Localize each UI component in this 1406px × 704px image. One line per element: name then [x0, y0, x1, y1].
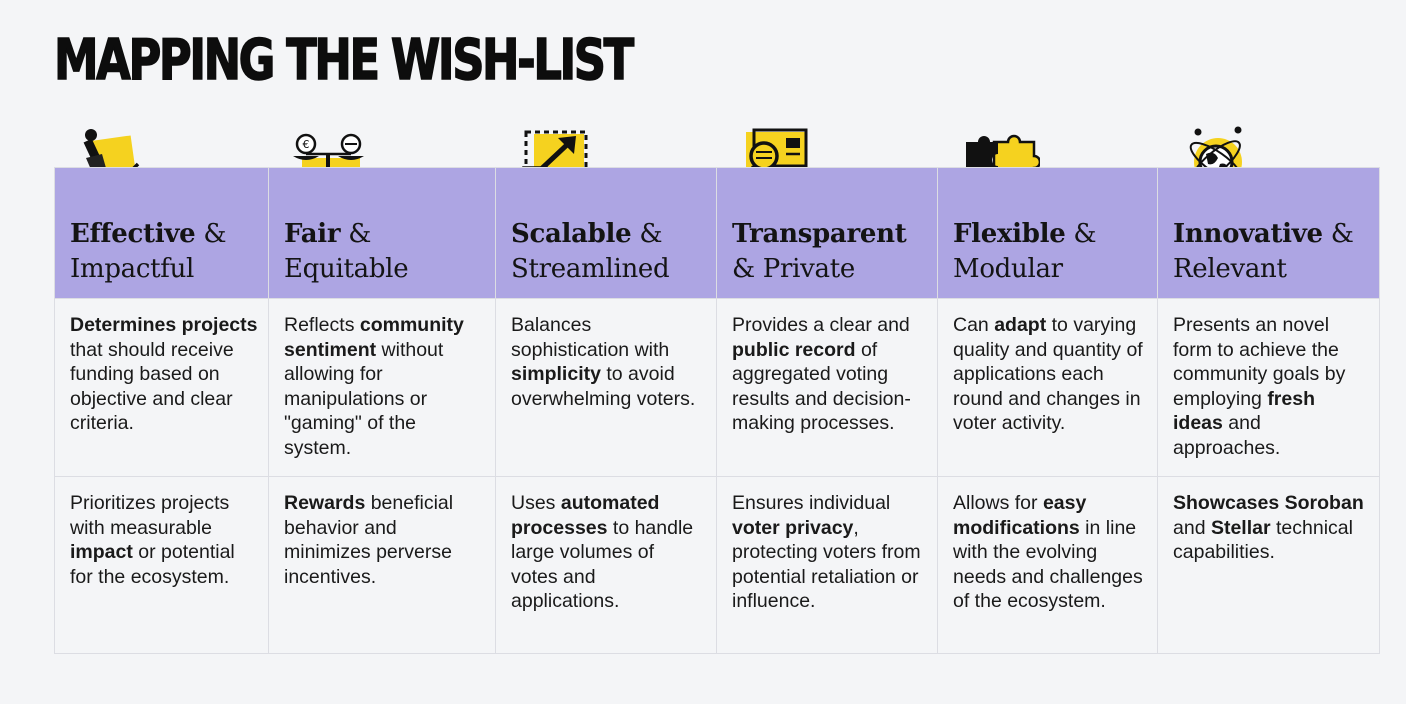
description-cell: Showcases Soroban and Stellar technical … [1158, 477, 1380, 654]
column-heading-bold: Fair [284, 219, 341, 249]
body-text: Provides a clear and [732, 314, 910, 336]
description-cell: Prioritizes projects with measurable imp… [55, 477, 269, 654]
wish-list-table: Effective & Impactful Fair & Equitable Sca… [54, 167, 1380, 654]
description-cell: Can adapt to varying quality and quantit… [938, 299, 1158, 477]
body-text: Reflects [284, 314, 360, 336]
emphasis-text: adapt [994, 314, 1047, 336]
column-header: Transparent & Private [717, 168, 938, 299]
column-heading-rest: & Private [732, 254, 855, 284]
column-heading-bold: Transparent [732, 219, 907, 249]
column-header: Effective & Impactful [55, 168, 269, 299]
description-cell: Rewards beneficial behavior and minimize… [269, 477, 496, 654]
description-cell: Balances sophistication with simplicity … [496, 299, 717, 477]
emphasis-text: Determines projects [70, 314, 258, 336]
emphasis-text: Stellar [1210, 516, 1271, 539]
column-heading-bold: Scalable [511, 219, 632, 249]
body-text: Allows for [953, 492, 1043, 514]
svg-text:€: € [303, 138, 310, 151]
body-text: and [1173, 516, 1211, 539]
body-text: Presents an novel form to achieve the co… [1173, 314, 1346, 410]
column-heading-bold: Effective [70, 219, 196, 249]
body-text: that should receive funding based on obj… [70, 338, 234, 435]
emphasis-text: Rewards [284, 492, 366, 514]
description-cell: Allows for easy modifications in line wi… [938, 477, 1158, 654]
body-text: Balances sophistication with [511, 314, 670, 361]
column-heading: Innovative & Relevant [1173, 217, 1365, 287]
emphasis-text: impact [70, 541, 133, 564]
column-heading-bold: Flexible [953, 219, 1066, 249]
column-header: Scalable & Streamlined [496, 168, 717, 299]
page-title: MAPPING THE WISH-LIST [53, 27, 634, 94]
description-cell: Provides a clear and public record of ag… [717, 299, 938, 477]
emphasis-text: Showcases Soroban [1173, 492, 1364, 514]
column-heading: Transparent & Private [732, 217, 923, 287]
emphasis-text: simplicity [511, 363, 601, 386]
emphasis-text: voter privacy [732, 516, 854, 539]
column-header: Fair & Equitable [269, 168, 496, 299]
emphasis-text: public record [732, 338, 856, 361]
description-cell: Reflects community sentiment without all… [269, 299, 496, 477]
column-heading: Fair & Equitable [284, 217, 481, 287]
description-cell: Ensures individual voter privacy, protec… [717, 477, 938, 654]
description-cell: Uses automated processes to handle large… [496, 477, 717, 654]
column-header: Flexible & Modular [938, 168, 1158, 299]
column-header: Innovative & Relevant [1158, 168, 1380, 299]
body-text: Ensures individual [732, 492, 891, 514]
column-heading: Scalable & Streamlined [511, 217, 702, 287]
description-cell: Determines projects that should receive … [55, 299, 269, 477]
column-heading: Effective & Impactful [70, 217, 254, 287]
column-heading: Flexible & Modular [953, 217, 1143, 287]
column-heading-bold: Innovative [1173, 219, 1323, 249]
body-text: Uses [511, 492, 561, 514]
body-text: Can [953, 314, 995, 336]
description-cell: Presents an novel form to achieve the co… [1158, 299, 1380, 477]
body-text: Prioritizes projects with measurable [70, 492, 230, 539]
